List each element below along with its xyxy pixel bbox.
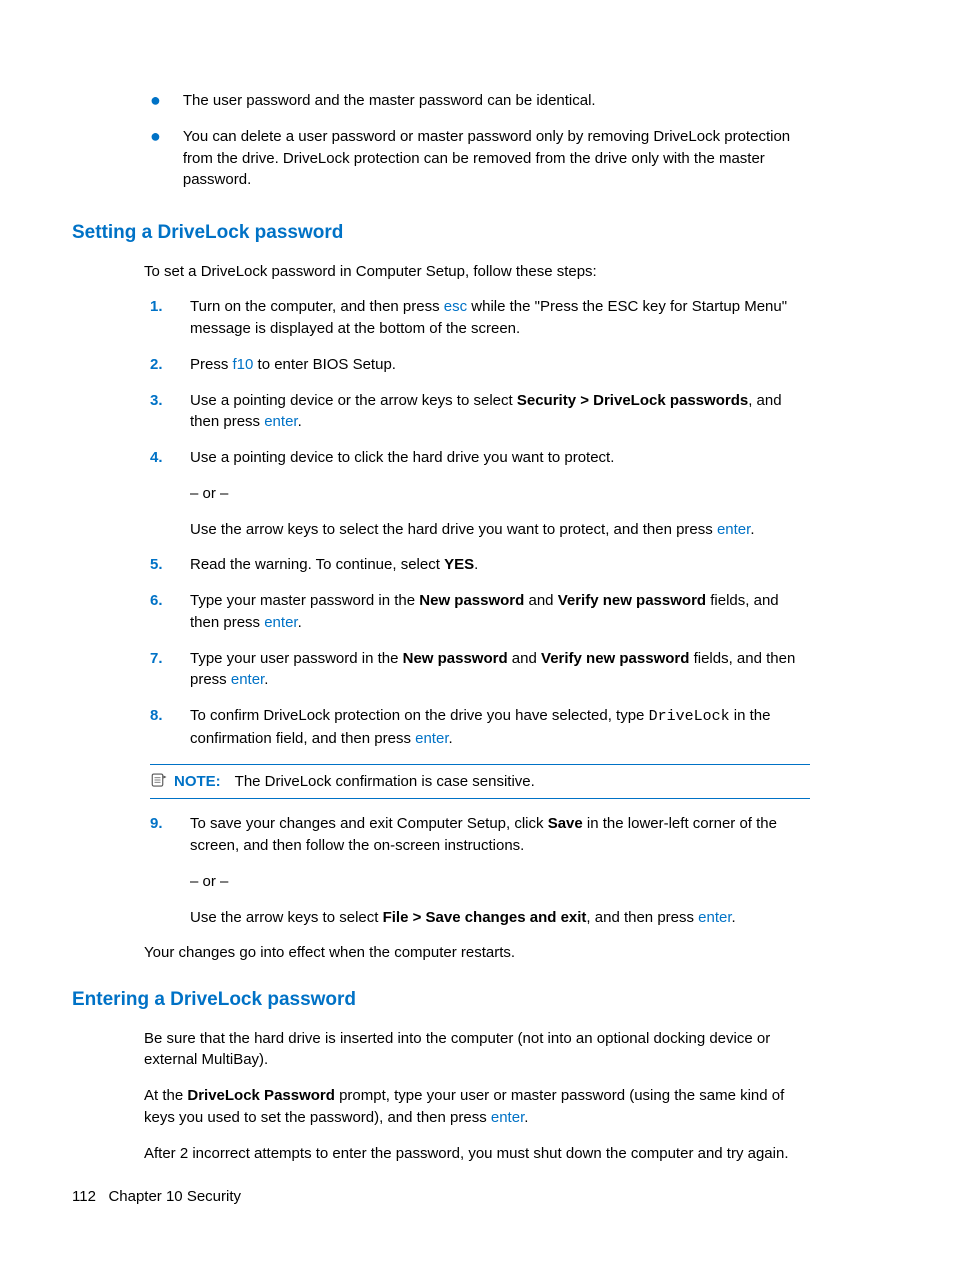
step-item: 9. To save your changes and exit Compute… [150,813,804,928]
step-item: 3. Use a pointing device or the arrow ke… [150,390,804,434]
step-number: 2. [150,354,190,376]
step-body: Type your user password in the New passw… [190,648,804,692]
section-intro: To set a DriveLock password in Computer … [144,261,882,283]
text: Use a pointing device or the arrow keys … [190,392,517,409]
note-icon [150,771,168,789]
key-esc: esc [444,298,467,315]
text: Type your user password in the [190,650,403,667]
field-name: New password [419,592,524,609]
key-enter: enter [698,909,731,926]
text: Read the warning. To continue, select [190,556,444,573]
page-number: 112 [72,1188,96,1205]
text: . [264,671,268,688]
note-callout: NOTE: The DriveLock confirmation is case… [150,764,810,800]
text: Use the arrow keys to select [190,909,383,926]
step-item: 8. To confirm DriveLock protection on th… [150,705,804,750]
key-enter: enter [415,730,448,747]
step-number: 1. [150,296,190,340]
text: Type your master password in the [190,592,419,609]
prompt-name: DriveLock Password [187,1087,335,1104]
step-body: To confirm DriveLock protection on the d… [190,705,804,750]
chapter-label: Chapter 10 Security [108,1188,241,1205]
step-body: Use a pointing device or the arrow keys … [190,390,804,434]
note-text: The DriveLock confirmation is case sensi… [235,771,535,793]
field-name: New password [403,650,508,667]
text: . [750,521,754,538]
key-enter: enter [231,671,264,688]
field-name: Verify new password [541,650,689,667]
literal-text: DriveLock [649,708,730,725]
step-number: 3. [150,390,190,434]
text: and [508,650,541,667]
list-item: ● The user password and the master passw… [150,90,804,112]
step-number: 6. [150,590,190,634]
ordered-steps-list-cont: 9. To save your changes and exit Compute… [150,813,804,928]
text: Turn on the computer, and then press [190,298,444,315]
bullet-icon: ● [150,126,161,191]
step-number: 4. [150,447,190,540]
document-page: ● The user password and the master passw… [0,0,954,1270]
step-number: 8. [150,705,190,750]
text: Use a pointing device to click the hard … [190,447,804,469]
save-label: Save [548,815,583,832]
text: , and then press [586,909,698,926]
step-body: To save your changes and exit Computer S… [190,813,804,928]
key-enter: enter [264,413,297,430]
step-number: 5. [150,554,190,576]
step-body: Turn on the computer, and then press esc… [190,296,804,340]
or-separator: – or – [190,483,804,505]
step-body: Press f10 to enter BIOS Setup. [190,354,804,376]
bullet-text: The user password and the master passwor… [183,90,804,112]
step-item: 6. Type your master password in the New … [150,590,804,634]
text: . [298,614,302,631]
text: to enter BIOS Setup. [253,356,396,373]
text: . [298,413,302,430]
text: and [524,592,557,609]
section-heading-entering: Entering a DriveLock password [72,986,882,1014]
paragraph: At the DriveLock Password prompt, type y… [144,1085,810,1129]
text: . [524,1109,528,1126]
paragraph: Be sure that the hard drive is inserted … [144,1028,810,1072]
key-enter: enter [717,521,750,538]
paragraph: After 2 incorrect attempts to enter the … [144,1143,810,1165]
step-item: 7. Type your user password in the New pa… [150,648,804,692]
note-label: NOTE: [174,771,221,793]
menu-path: File > Save changes and exit [383,909,587,926]
field-name: Verify new password [558,592,706,609]
text: . [474,556,478,573]
intro-bullet-list: ● The user password and the master passw… [150,90,804,191]
text: . [449,730,453,747]
text: To confirm DriveLock protection on the d… [190,707,649,724]
closing-text: Your changes go into effect when the com… [144,942,810,964]
step-body: Type your master password in the New pas… [190,590,804,634]
text: At the [144,1087,187,1104]
step-item: 1. Turn on the computer, and then press … [150,296,804,340]
key-f10: f10 [233,356,254,373]
step-number: 7. [150,648,190,692]
text: To save your changes and exit Computer S… [190,815,548,832]
menu-path: Security > DriveLock passwords [517,392,748,409]
text: Press [190,356,233,373]
page-footer: 112 Chapter 10 Security [72,1186,241,1208]
key-enter: enter [491,1109,524,1126]
or-separator: – or – [190,871,804,893]
step-item: 5. Read the warning. To continue, select… [150,554,804,576]
step-body: Read the warning. To continue, select YE… [190,554,804,576]
step-item: 4. Use a pointing device to click the ha… [150,447,804,540]
key-enter: enter [264,614,297,631]
step-item: 2. Press f10 to enter BIOS Setup. [150,354,804,376]
text: . [732,909,736,926]
text: Use the arrow keys to select the hard dr… [190,521,717,538]
step-number: 9. [150,813,190,928]
list-item: ● You can delete a user password or mast… [150,126,804,191]
bullet-text: You can delete a user password or master… [183,126,804,191]
bullet-icon: ● [150,90,161,112]
ordered-steps-list: 1. Turn on the computer, and then press … [150,296,804,749]
section-heading-setting: Setting a DriveLock password [72,219,882,247]
step-body: Use a pointing device to click the hard … [190,447,804,540]
yes-option: YES [444,556,474,573]
